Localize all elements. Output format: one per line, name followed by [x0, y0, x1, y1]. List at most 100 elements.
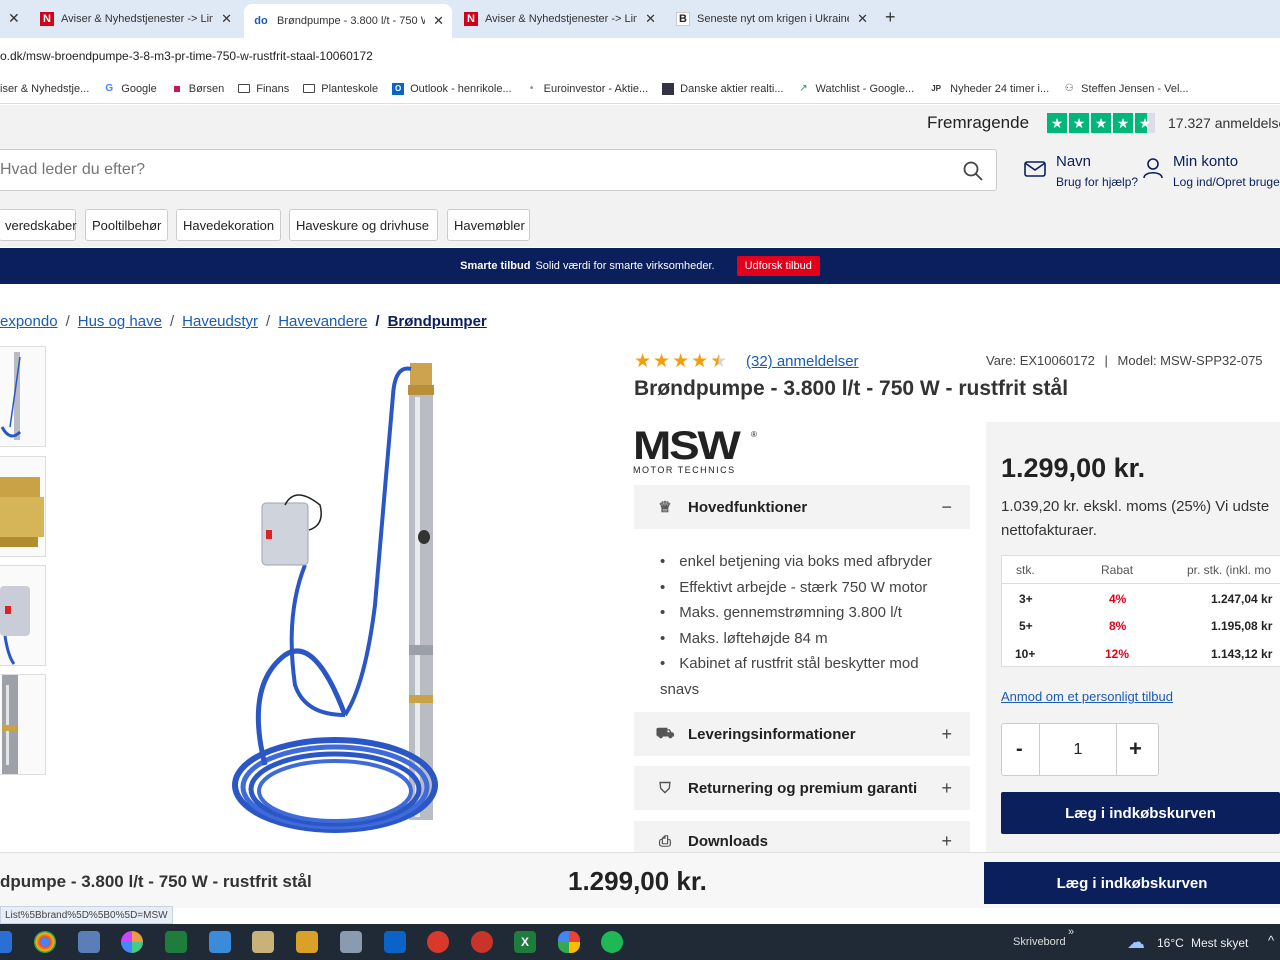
bookmark-item[interactable]: JP Nyheder 24 timer i... — [928, 83, 1049, 95]
browser-tab[interactable]: N Aviser & Nyhedstjenester -> Lin ✕ — [32, 4, 240, 34]
accordion-main-features[interactable]: ♕ Hovedfunktioner − — [634, 485, 970, 529]
brand-logo[interactable]: MSW ® MOTOR TECHNICS — [633, 426, 763, 476]
close-tab-icon[interactable]: ✕ — [221, 11, 232, 27]
app-icon[interactable] — [209, 931, 231, 953]
bookmark-item[interactable]: O Outlook - henrikole... — [392, 82, 512, 95]
close-tab-icon[interactable]: ✕ — [433, 13, 444, 29]
account-title[interactable]: Min konto — [1173, 153, 1238, 170]
meta-separator: | — [1104, 353, 1108, 368]
bookmark-item[interactable]: G Google — [103, 83, 156, 95]
browser-tab[interactable]: B Seneste nyt om krigen i Ukraine ✕ — [668, 4, 876, 34]
close-tab-icon[interactable]: ✕ — [857, 11, 868, 27]
app-icon[interactable] — [252, 931, 274, 953]
bookmark-item[interactable]: • Euroinvestor - Aktie... — [526, 83, 648, 95]
search-input[interactable] — [0, 150, 940, 190]
sticky-add-to-cart-button[interactable]: Læg i indkøbskurven — [984, 862, 1280, 904]
brand-logo-wordmark: MSW — [633, 424, 741, 468]
product-thumbnail[interactable] — [0, 456, 46, 557]
new-tab-icon[interactable]: + — [885, 7, 896, 28]
add-to-cart-button[interactable]: Læg i indkøbskurven — [1001, 792, 1280, 834]
chrome-icon[interactable] — [34, 931, 56, 953]
bookmark-label: Planteskole — [321, 82, 379, 95]
bookmarks-bar: iser & Nyhedstje... G Google Børsen Finan… — [0, 74, 1280, 104]
registered-icon: ® — [751, 430, 757, 439]
url-text[interactable]: o.dk/msw-broendpumpe-3-8-m3-pr-time-750-… — [0, 49, 373, 63]
breadcrumb-link[interactable]: Hus og have — [78, 313, 162, 330]
contact-subtitle[interactable]: Brug for hjælp? — [1056, 175, 1138, 189]
expand-icon[interactable]: + — [941, 778, 952, 799]
stocks-icon — [662, 82, 675, 95]
account-subtitle[interactable]: Log ind/Opret bruger — [1173, 175, 1280, 189]
accordion-downloads[interactable]: ⎙ Downloads + — [634, 821, 970, 852]
category-link[interactable]: Havemøbler — [447, 209, 530, 241]
contact-title[interactable]: Navn — [1056, 153, 1091, 170]
category-link[interactable]: Havedekoration — [176, 209, 281, 241]
app-icon[interactable] — [340, 931, 362, 953]
bookmark-item[interactable]: ⚇ Steffen Jensen - Vel... — [1063, 83, 1189, 95]
reviews-link[interactable]: (32) anmeldelser — [746, 353, 859, 370]
bookmark-item[interactable]: Finans — [238, 83, 289, 95]
category-link[interactable]: veredskaber — [0, 209, 77, 241]
app-icon[interactable] — [427, 931, 449, 953]
weather-temp[interactable]: 16°C — [1157, 936, 1184, 950]
chevron-right-icon[interactable]: » — [1068, 926, 1074, 938]
increase-quantity-button[interactable]: + — [1129, 736, 1142, 762]
app-icon[interactable] — [471, 931, 493, 953]
address-bar[interactable]: o.dk/msw-broendpumpe-3-8-m3-pr-time-750-… — [0, 38, 1280, 74]
collapse-icon[interactable]: − — [941, 497, 952, 518]
accordion-delivery[interactable]: ⛟ Leveringsinformationer + — [634, 712, 970, 756]
mail-icon[interactable] — [1024, 160, 1046, 178]
promo-text: Solid værdi for smarte virksomheder. — [535, 260, 715, 272]
bookmark-item[interactable]: Børsen — [171, 83, 224, 95]
model-number: Model: MSW-SPP32-075 — [1117, 353, 1263, 368]
breadcrumb-current[interactable]: Brøndpumper — [388, 313, 487, 330]
close-tab-icon[interactable]: ✕ — [8, 10, 20, 27]
chevron-up-icon[interactable]: ^ — [1268, 933, 1274, 948]
google-photos-icon[interactable] — [558, 931, 580, 953]
breadcrumb-link[interactable]: Havevandere — [278, 313, 367, 330]
product-thumbnail[interactable] — [0, 346, 46, 447]
search-bar[interactable] — [0, 149, 997, 191]
bookmark-item[interactable]: Planteskole — [303, 83, 378, 95]
expand-icon[interactable]: + — [941, 831, 952, 852]
product-thumbnail[interactable] — [0, 565, 46, 666]
media-icon[interactable] — [296, 931, 318, 953]
product-image[interactable] — [225, 355, 445, 845]
close-tab-icon[interactable]: ✕ — [645, 11, 656, 27]
browser-tab-active[interactable]: do Brøndpumpe - 3.800 l/t - 750 W ✕ — [244, 4, 452, 38]
promo-button[interactable]: Udforsk tilbud — [736, 256, 820, 276]
photos-icon[interactable] — [121, 931, 143, 953]
bookmark-item[interactable]: ↗ Watchlist - Google... — [798, 83, 914, 95]
accordion-returns[interactable]: ⛉ Returnering og premium garanti + — [634, 766, 970, 810]
folder-icon — [238, 83, 251, 95]
decrease-quantity-button[interactable]: - — [1016, 738, 1023, 761]
bookmark-item[interactable]: Danske aktier realti... — [662, 82, 784, 95]
outlook-icon[interactable] — [384, 931, 406, 953]
browser-tab[interactable]: N Aviser & Nyhedstjenester -> Lin ✕ — [456, 4, 664, 34]
user-icon[interactable] — [1143, 157, 1163, 179]
breadcrumb-link[interactable]: expondo — [0, 313, 58, 330]
search-icon[interactable] — [963, 161, 983, 181]
category-link[interactable]: Haveskure og drivhuse — [289, 209, 438, 241]
app-icon[interactable] — [78, 931, 100, 953]
status-url: List%5Bbrand%5D%5B0%5D=MSW — [0, 906, 173, 924]
bookmark-item[interactable]: iser & Nyhedstje... — [0, 83, 89, 95]
start-icon[interactable] — [0, 931, 12, 953]
desktop-label[interactable]: Skrivebord — [1013, 936, 1066, 948]
excel-icon[interactable]: X — [514, 931, 536, 953]
personal-offer-link[interactable]: Anmod om et personligt tilbud — [1001, 689, 1173, 704]
quantity-discount-table: stk. Rabat pr. stk. (inkl. mo 3+ 4% 1.24… — [1001, 555, 1280, 667]
money-icon[interactable] — [165, 931, 187, 953]
bookmark-label: iser & Nyhedstje... — [0, 82, 90, 95]
product-thumbnail[interactable] — [0, 674, 46, 775]
expand-icon[interactable]: + — [941, 724, 952, 745]
breadcrumb-link[interactable]: Haveudstyr — [182, 313, 258, 330]
star-icon: ★ — [691, 351, 709, 372]
category-link[interactable]: Pooltilbehør — [85, 209, 168, 241]
bookmark-label: Finans — [256, 82, 290, 95]
star-icon: ★ — [672, 351, 690, 372]
trust-reviews[interactable]: 17.327 anmeldelse — [1168, 115, 1280, 131]
quantity-input[interactable]: 1 — [1039, 724, 1117, 775]
weather-desc[interactable]: Mest skyet — [1191, 936, 1248, 950]
spotify-icon[interactable] — [601, 931, 623, 953]
